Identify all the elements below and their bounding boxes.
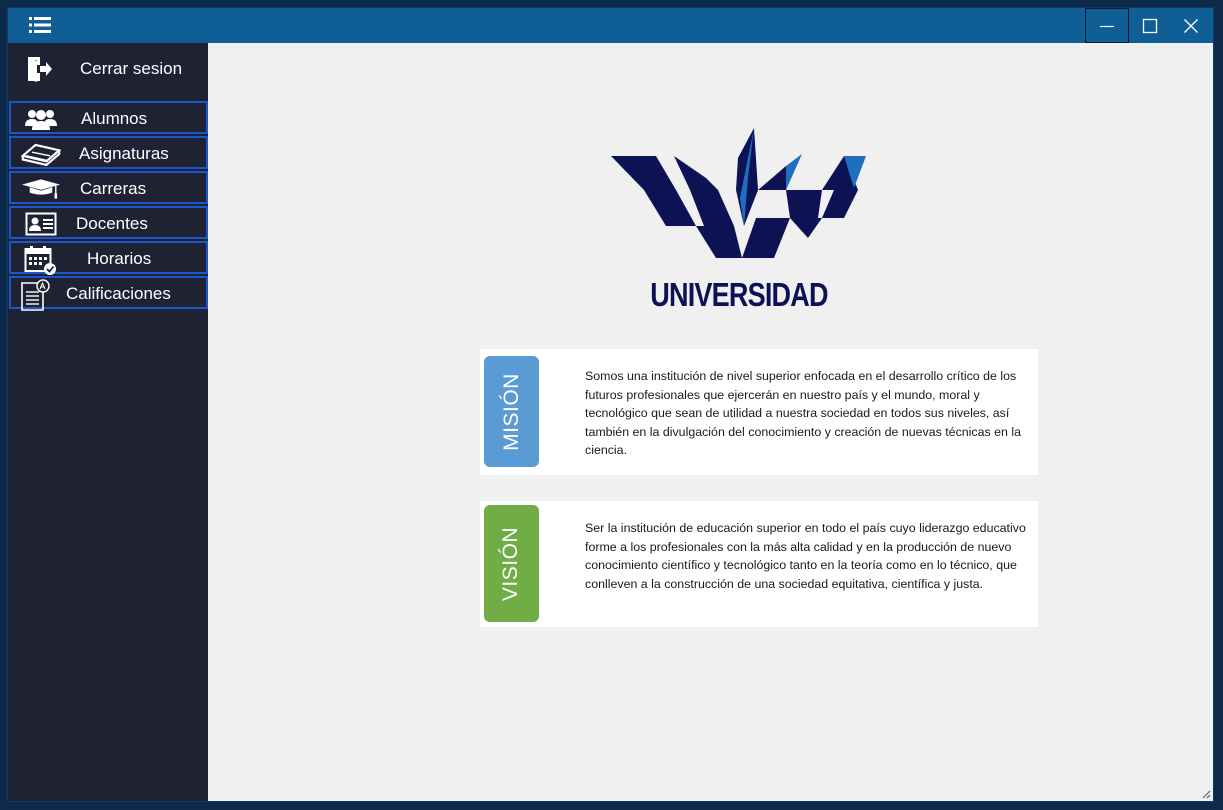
sidebar-item-horarios[interactable]: Horarios	[9, 241, 208, 275]
sidebar-item-carreras[interactable]: Carreras	[9, 171, 208, 204]
minimize-button[interactable]	[1085, 8, 1129, 43]
university-logo: UNIVERSIDAD	[608, 118, 870, 318]
sidebar-item-asignaturas[interactable]: Asignaturas	[9, 136, 208, 169]
logo-text: UNIVERSIDAD	[650, 276, 828, 313]
vision-text: Ser la institución de educación superior…	[585, 521, 1026, 591]
sidebar-item-label: Asignaturas	[79, 144, 169, 163]
mision-tab: MISIÓN	[484, 356, 539, 467]
main-content: UNIVERSIDAD MISIÓN Somos una institución…	[208, 43, 1213, 801]
sidebar-item-alumnos[interactable]: Alumnos	[9, 101, 208, 134]
menu-toggle-button[interactable]	[22, 13, 58, 37]
minimize-icon	[1100, 25, 1114, 27]
mision-label: MISIÓN	[499, 372, 523, 451]
title-bar	[8, 8, 1213, 43]
logout-icon	[28, 57, 52, 82]
grades-document-icon	[15, 279, 55, 311]
sidebar-item-label: Carreras	[80, 179, 147, 198]
vision-card: VISIÓN Ser la institución de educación s…	[480, 501, 1038, 627]
logout-label: Cerrar sesion	[80, 59, 183, 78]
mision-text: Somos una institución de nivel superior …	[585, 369, 1022, 457]
vision-tab: VISIÓN	[484, 505, 539, 622]
maximize-icon	[1142, 18, 1158, 33]
sidebar: Cerrar sesion Alumnos Asignaturas Carrer…	[8, 43, 208, 801]
graduation-cap-icon	[21, 176, 61, 202]
sidebar-item-label: Alumnos	[81, 109, 148, 128]
calendar-check-icon	[21, 245, 61, 275]
university-emblem	[611, 128, 866, 258]
close-icon	[1184, 18, 1198, 33]
list-icon	[29, 17, 51, 33]
sidebar-item-label: Calificaciones	[66, 284, 171, 303]
sidebar-item-calificaciones[interactable]: Calificaciones	[9, 276, 208, 311]
sidebar-item-docentes[interactable]: Docentes	[9, 206, 208, 239]
resize-grip-icon[interactable]	[1201, 789, 1211, 799]
app-window: Cerrar sesion Alumnos Asignaturas Carrer…	[7, 7, 1214, 802]
sidebar-item-label: Horarios	[87, 249, 152, 268]
close-button[interactable]	[1169, 8, 1213, 43]
books-icon	[21, 141, 61, 167]
users-icon	[21, 106, 61, 132]
mision-card: MISIÓN Somos una institución de nivel su…	[480, 349, 1038, 475]
logout-button[interactable]: Cerrar sesion	[8, 49, 208, 89]
id-card-icon	[21, 211, 61, 237]
maximize-button[interactable]	[1128, 8, 1172, 43]
sidebar-item-label: Docentes	[76, 214, 148, 233]
vision-label: VISIÓN	[499, 526, 523, 601]
